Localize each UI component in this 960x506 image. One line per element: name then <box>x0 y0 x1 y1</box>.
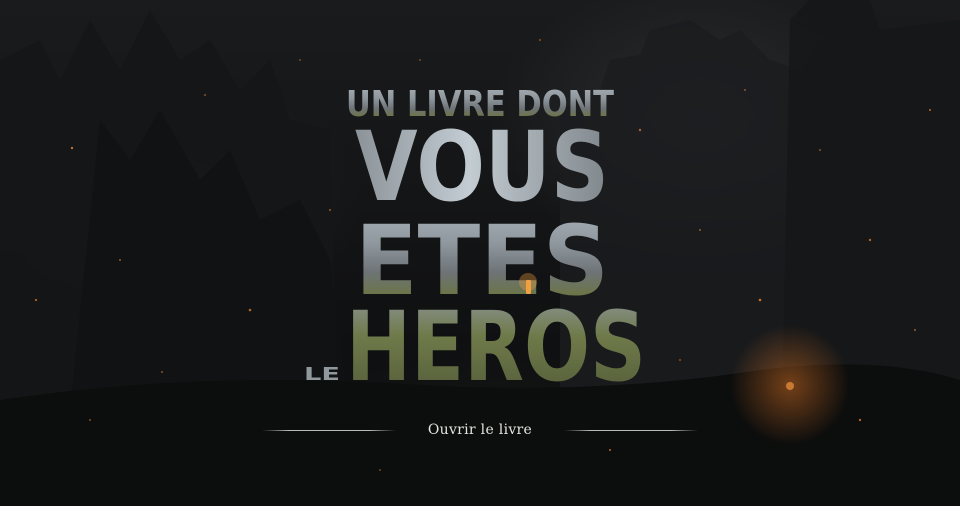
menu-divider-left <box>262 430 396 431</box>
main-menu: Ouvrir le livre <box>0 416 960 444</box>
title-prefix: LE <box>304 364 340 385</box>
menu-divider-right <box>564 430 698 431</box>
title-screen: UN LIVRE DONT VOUS ETES LE HEROS Ouvrir … <box>0 0 960 506</box>
open-book-button[interactable]: Ouvrir le livre <box>400 418 560 442</box>
title-line-4: HEROS <box>346 291 646 403</box>
